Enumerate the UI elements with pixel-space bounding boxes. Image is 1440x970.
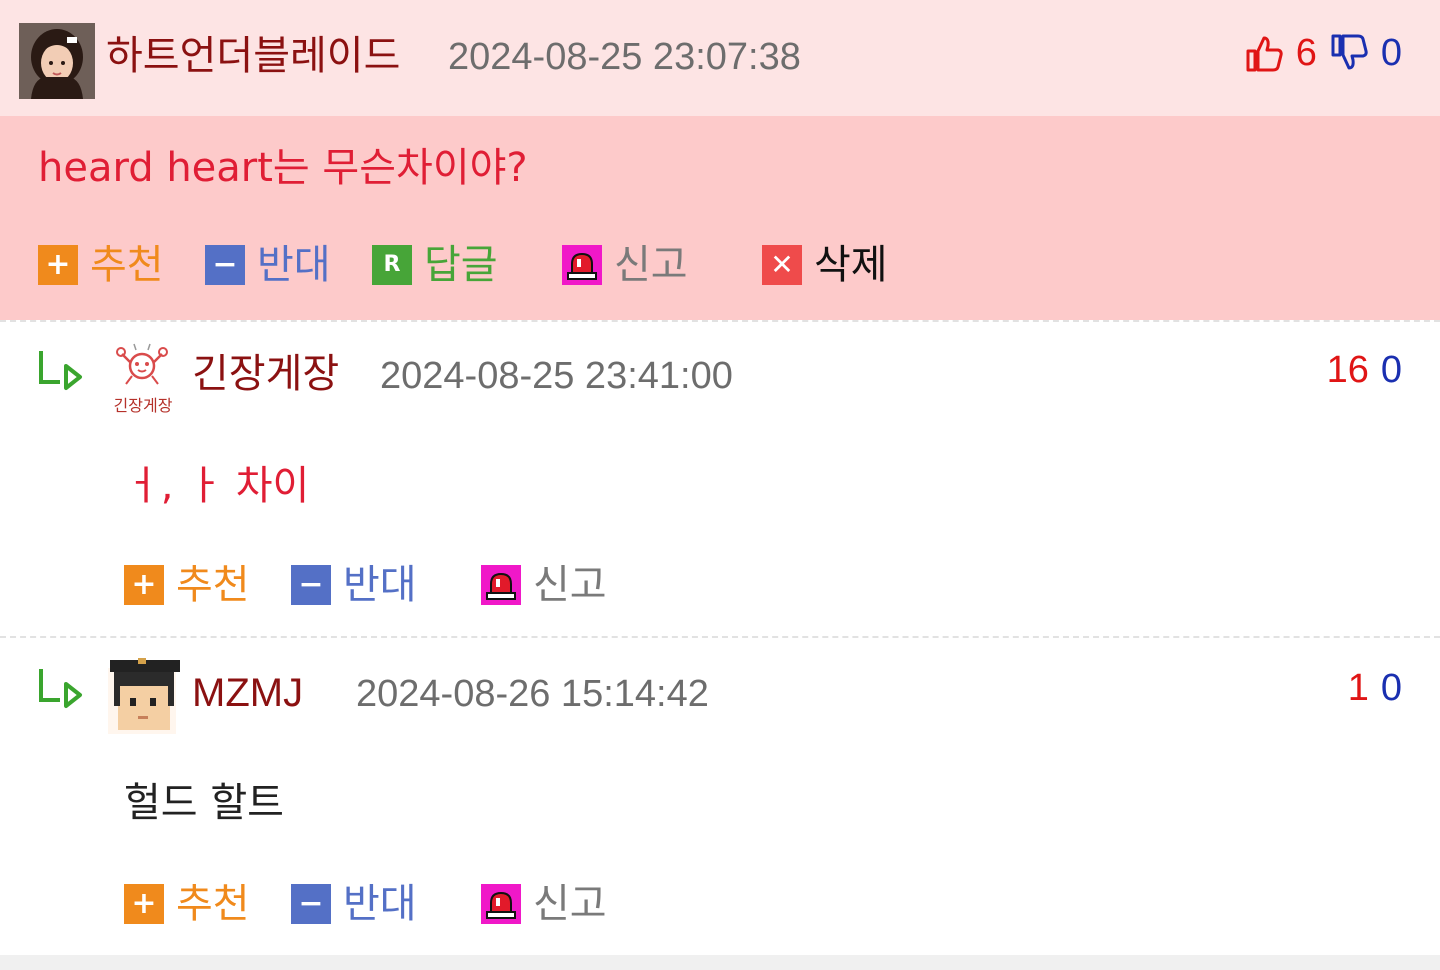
comment-content: 헐드 할트 (124, 780, 284, 826)
comment-recommend-button[interactable]: + 추천 (124, 565, 250, 605)
comment-author-name[interactable]: MZMJ (192, 673, 303, 713)
post-date: 2024-08-25 23:07:38 (448, 36, 801, 78)
post-upvote-count: 6 (1295, 32, 1317, 74)
reply-arrow-icon (36, 348, 86, 398)
comment-date: 2024-08-26 15:14:42 (356, 673, 709, 715)
divider (0, 320, 1440, 322)
comment-content: ㅓ, ㅏ 차이 (124, 463, 310, 509)
post-author-avatar[interactable] (19, 23, 95, 99)
post-author-name[interactable]: 하트언더블레이드 (106, 36, 400, 76)
comment-report-label: 신고 (533, 881, 607, 927)
bottom-divider (0, 955, 1440, 970)
post-recommend-label: 추천 (90, 242, 164, 288)
thumbs-down-icon[interactable] (1329, 33, 1369, 73)
plus-icon: + (124, 565, 164, 605)
comment-avatar-caption: 긴장게장 (113, 396, 173, 415)
comment-oppose-label: 반대 (343, 562, 417, 608)
siren-icon (562, 245, 602, 285)
post-report-label: 신고 (614, 242, 688, 288)
comment-recommend-label: 추천 (176, 562, 250, 608)
comment-oppose-label: 반대 (343, 881, 417, 927)
comment-recommend-button[interactable]: + 추천 (124, 884, 250, 924)
minus-icon: − (205, 245, 245, 285)
siren-icon (481, 884, 521, 924)
post-reply-button[interactable]: R 답글 (372, 245, 498, 285)
comment-oppose-button[interactable]: − 반대 (291, 884, 417, 924)
comment-report-button[interactable]: 신고 (481, 884, 607, 924)
comment-author-name[interactable]: 긴장게장 (192, 354, 339, 394)
post-reply-label: 답글 (424, 242, 498, 288)
plus-icon: + (124, 884, 164, 924)
comment-recommend-label: 추천 (176, 881, 250, 927)
reply-icon: R (372, 245, 412, 285)
comment-upvote-count: 16 (1326, 349, 1369, 391)
post-downvote-count: 0 (1380, 32, 1402, 74)
post-content: heard heart는 무슨차이야? (38, 145, 528, 191)
siren-icon (481, 565, 521, 605)
comment-date: 2024-08-25 23:41:00 (380, 355, 733, 397)
minus-icon: − (291, 565, 331, 605)
post-oppose-label: 반대 (257, 242, 331, 288)
comment-downvote-count: 0 (1380, 349, 1402, 391)
post-vote-counts: 6 0 (1244, 33, 1402, 73)
thumbs-up-icon[interactable] (1244, 33, 1284, 73)
minus-icon: − (291, 884, 331, 924)
post-recommend-button[interactable]: + 추천 (38, 245, 164, 285)
comment-vote-counts: 16 0 (1327, 351, 1402, 389)
comment-report-label: 신고 (533, 562, 607, 608)
post-report-button[interactable]: 신고 (562, 245, 688, 285)
comment-report-button[interactable]: 신고 (481, 565, 607, 605)
comment-oppose-button[interactable]: − 반대 (291, 565, 417, 605)
comment-upvote-count: 1 (1347, 667, 1369, 709)
post-delete-button[interactable]: ✕ 삭제 (762, 245, 888, 285)
post-delete-label: 삭제 (814, 242, 888, 288)
comment-downvote-count: 0 (1380, 667, 1402, 709)
comment-vote-counts: 1 0 (1348, 669, 1402, 707)
divider (0, 636, 1440, 638)
close-icon: ✕ (762, 245, 802, 285)
comment-author-avatar[interactable] (104, 658, 180, 734)
post-oppose-button[interactable]: − 반대 (205, 245, 331, 285)
plus-icon: + (38, 245, 78, 285)
reply-arrow-icon (36, 666, 86, 716)
comment-author-avatar[interactable]: 긴장게장 (104, 340, 182, 416)
